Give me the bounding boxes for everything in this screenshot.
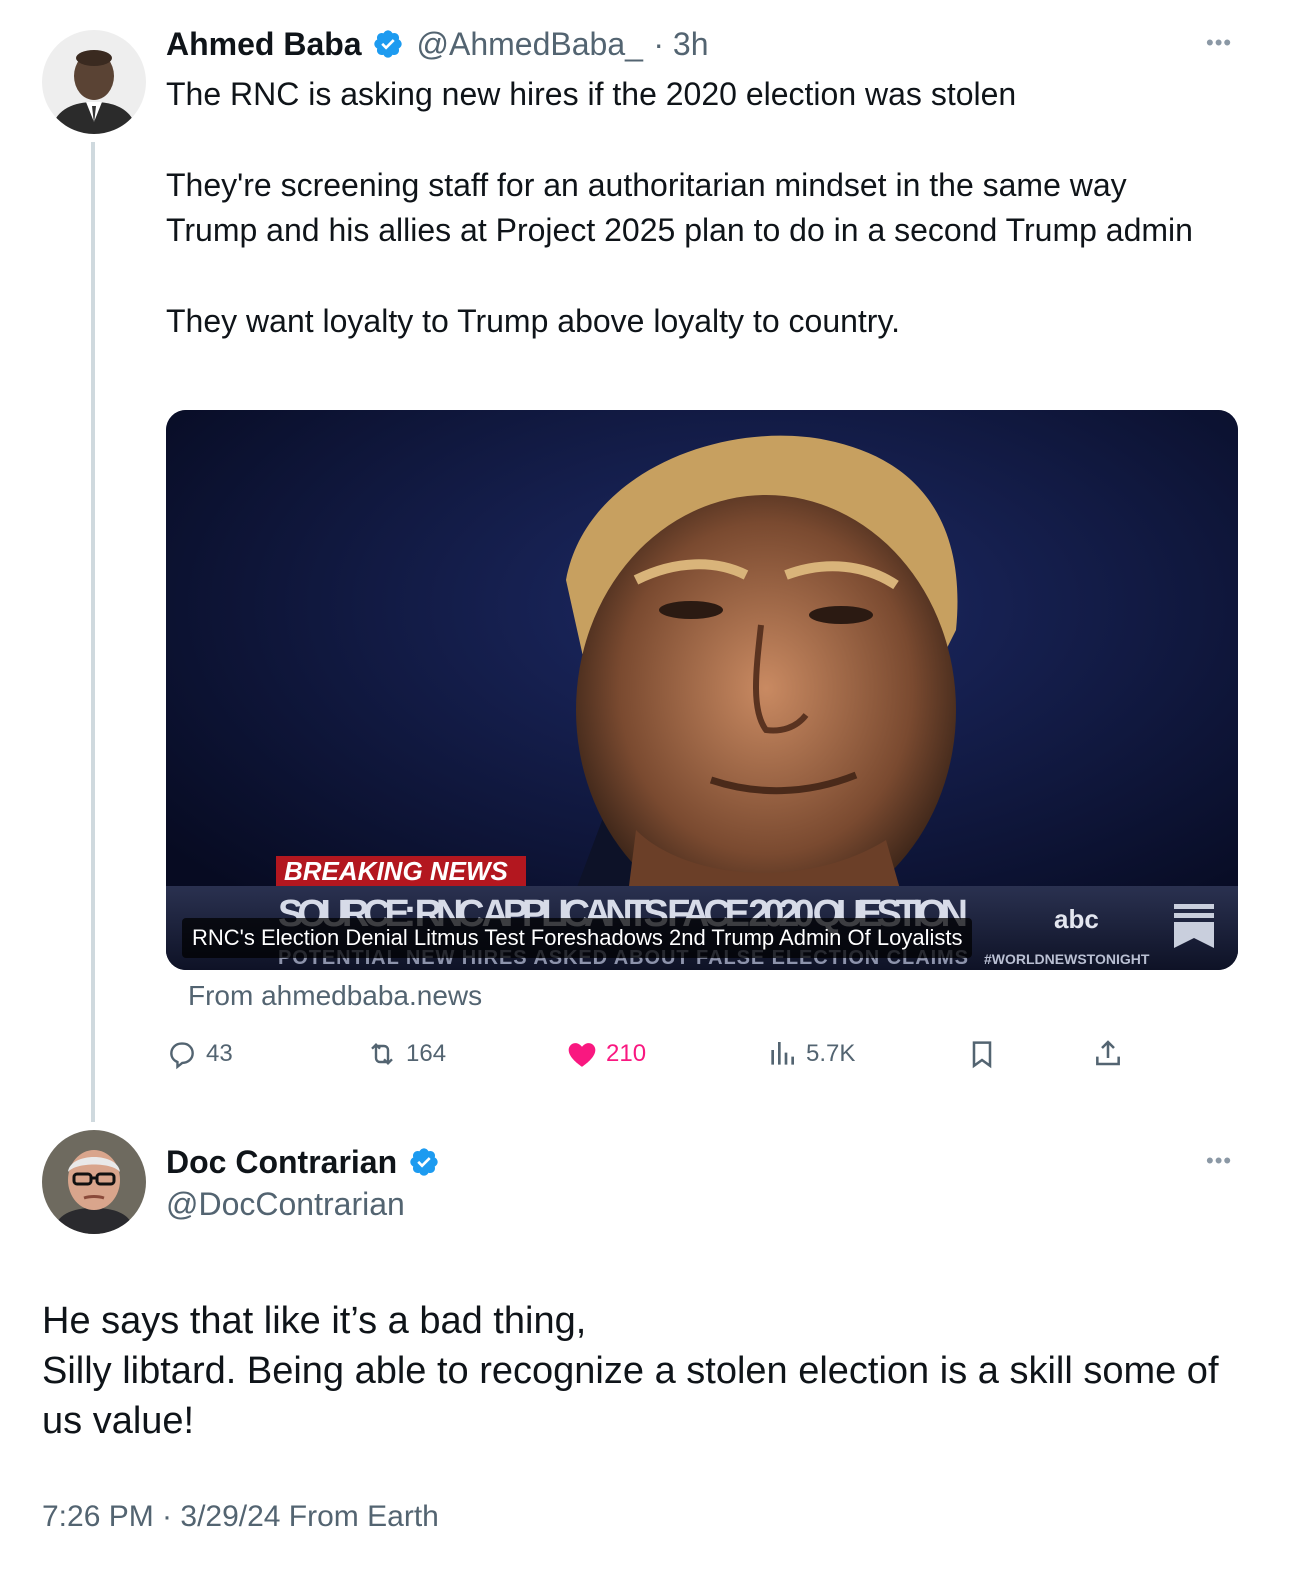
reply-count: 43 [206,1040,233,1067]
author-name[interactable]: Ahmed Baba [166,26,362,62]
verified-badge-icon [374,30,402,58]
reply-text: He says that like it’s a bad thing, Sill… [42,1296,1242,1446]
like-count: 210 [606,1040,647,1067]
repost-button[interactable]: 164 [366,1036,446,1072]
reply-button[interactable]: 43 [166,1036,233,1072]
link-card-headline[interactable]: RNC's Election Denial Litmus Test Foresh… [182,918,973,958]
reply-header: Doc Contrarian [166,1142,440,1182]
reply-author-handle[interactable]: @DocContrarian [166,1184,405,1224]
tweet-paragraph: They're screening staff for an authorita… [166,167,1193,248]
share-button[interactable] [1092,1036,1132,1072]
reply-icon [170,1042,194,1070]
bookmark-icon [972,1041,992,1069]
tweet-paragraph: They want loyalty to Trump above loyalty… [166,303,900,339]
reply-author-name[interactable]: Doc Contrarian [166,1144,397,1180]
bookmark-button[interactable] [966,1036,1006,1072]
views-icon [771,1042,794,1065]
verified-badge-icon [409,1148,438,1176]
hashtag-text: #WORLDNEWSTONIGHT [984,951,1150,967]
reply-line: He says that like it’s a bad thing, [42,1300,587,1342]
reply-timestamp[interactable]: 7:26 PM · 3/29/24 From Earth [42,1500,439,1534]
reply-line: Silly libtard. Being able to recognize a… [42,1350,1219,1442]
author-handle[interactable]: @AhmedBaba_ [417,26,643,62]
like-icon [568,1043,596,1067]
share-icon [1096,1040,1120,1066]
abc-logo: abc [1054,904,1099,934]
avatar-ahmed-baba[interactable] [42,30,146,134]
thread-line [91,142,95,1122]
more-icon[interactable]: ••• [1206,1148,1232,1174]
link-card-source[interactable]: From ahmedbaba.news [188,980,482,1012]
repost-icon [371,1042,393,1066]
views-count: 5.7K [806,1040,856,1067]
avatar-doc-contrarian[interactable] [42,1130,146,1234]
tweet-text: The RNC is asking new hires if the 2020 … [166,72,1226,344]
tweet-header: Ahmed Baba @AhmedBaba_ · 3h [166,24,709,64]
tweet-paragraph: The RNC is asking new hires if the 2020 … [166,76,1017,112]
breaking-news-label: BREAKING NEWS [284,856,509,886]
more-icon[interactable]: ••• [1206,30,1232,56]
link-card-image[interactable]: BREAKING NEWS SOURCE: RNC APPLICANTS FAC… [166,410,1238,970]
views-button[interactable]: 5.7K [766,1036,855,1072]
like-button[interactable]: 210 [566,1036,646,1072]
repost-count: 164 [406,1040,447,1067]
tweet-time[interactable]: · 3h [653,26,708,62]
